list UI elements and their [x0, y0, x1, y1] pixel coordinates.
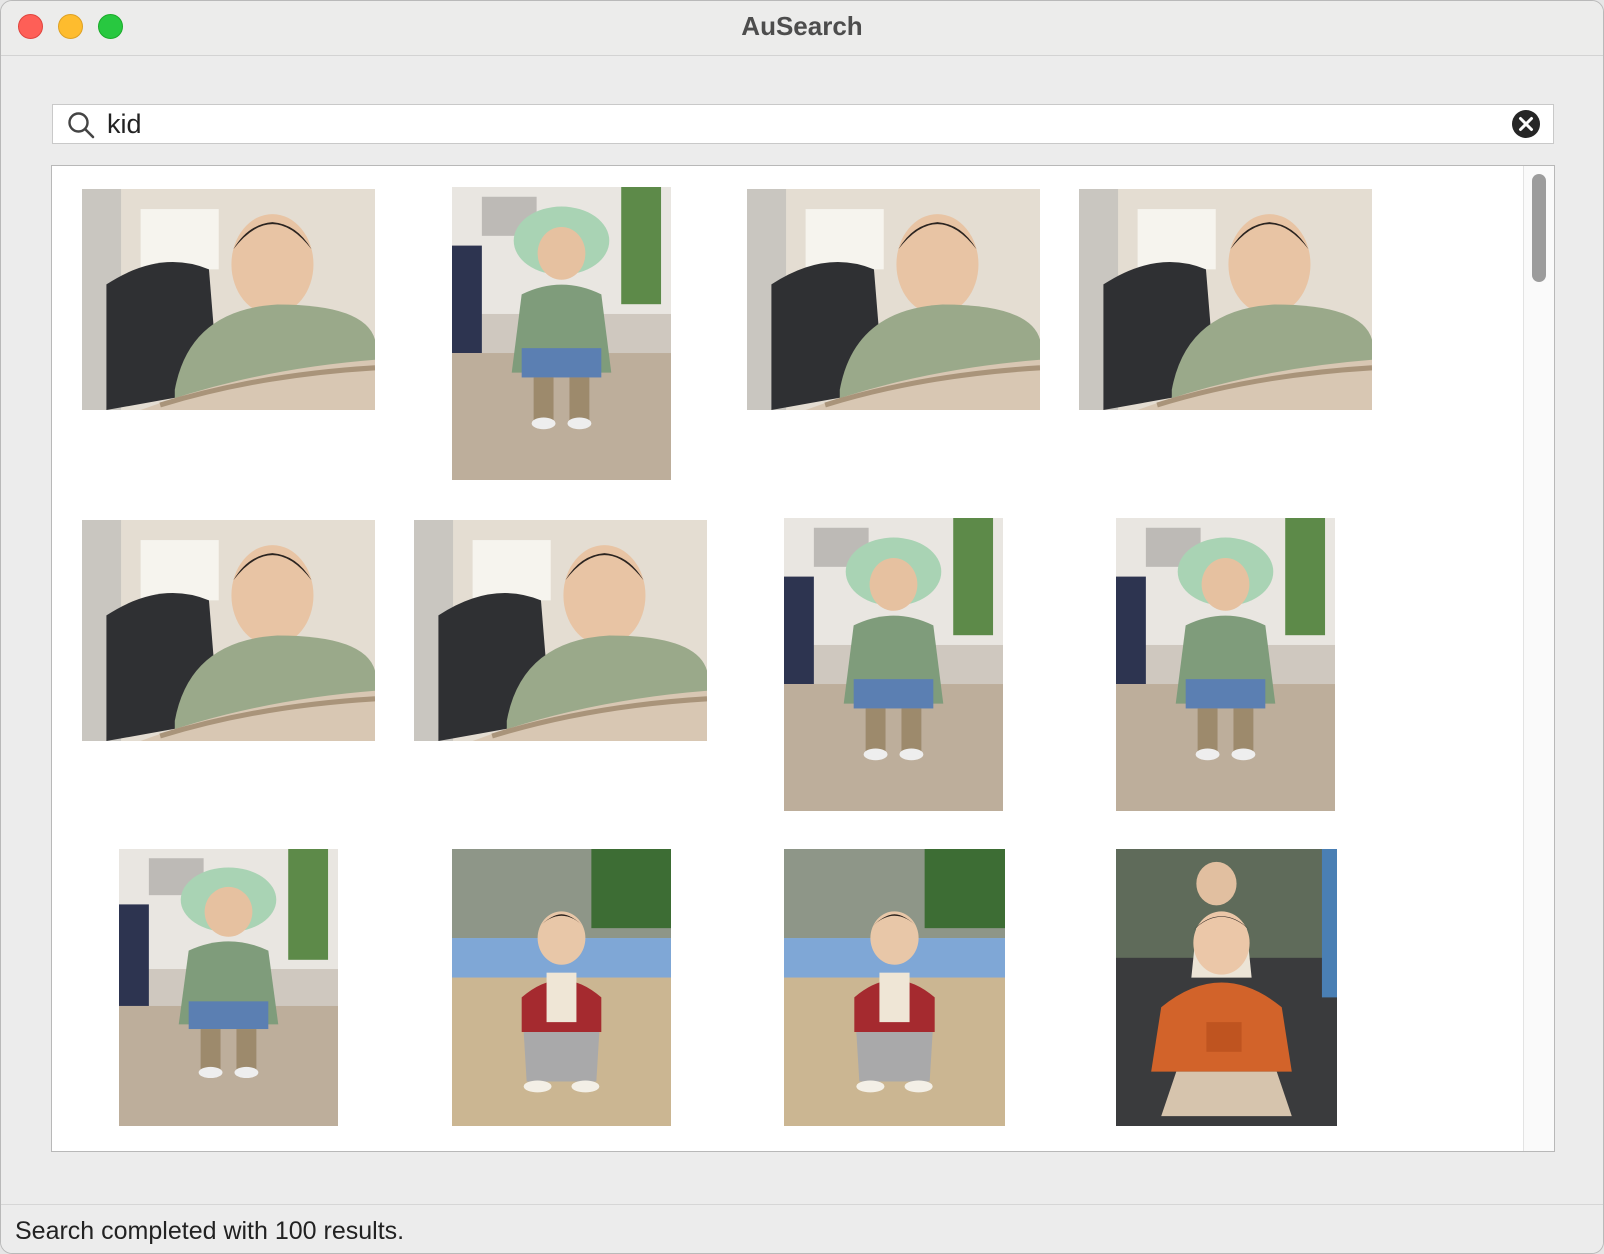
search-field[interactable] — [52, 104, 1554, 144]
result-thumbnail[interactable] — [414, 520, 707, 741]
result-thumbnail[interactable] — [1116, 849, 1337, 1126]
result-thumbnail[interactable] — [119, 849, 338, 1126]
thumbnail-image — [784, 518, 1003, 811]
thumbnail-image — [784, 849, 1005, 1126]
results-grid[interactable] — [51, 165, 1555, 1152]
thumbnail-image — [414, 520, 707, 741]
thumbnail-image — [82, 189, 375, 410]
result-thumbnail[interactable] — [1116, 518, 1335, 811]
search-icon — [68, 112, 95, 139]
search-input[interactable] — [107, 105, 1503, 143]
thumbnail-image — [747, 189, 1040, 410]
title-bar: AuSearch — [1, 1, 1603, 56]
result-thumbnail[interactable] — [82, 189, 375, 410]
thumbnail-image — [452, 849, 671, 1126]
scrollbar-thumb[interactable] — [1532, 174, 1546, 282]
clear-search-icon[interactable] — [1511, 109, 1541, 139]
status-bar: Search completed with 100 results. — [1, 1204, 1603, 1253]
thumbnail-image — [1079, 189, 1372, 410]
result-thumbnail[interactable] — [1079, 189, 1372, 410]
result-thumbnail[interactable] — [452, 187, 671, 480]
thumbnail-image — [1116, 849, 1337, 1126]
result-thumbnail[interactable] — [784, 518, 1003, 811]
result-thumbnail[interactable] — [784, 849, 1005, 1126]
result-thumbnail[interactable] — [747, 189, 1040, 410]
app-window: AuSearch kid Search completed with 100 r… — [0, 0, 1604, 1254]
thumbnail-image — [82, 520, 375, 741]
thumbnail-image — [452, 187, 671, 480]
status-text: Search completed with 100 results. — [15, 1217, 405, 1245]
result-thumbnail[interactable] — [82, 520, 375, 741]
window-title: AuSearch — [741, 11, 863, 41]
thumbnail-image — [119, 849, 338, 1126]
vertical-scrollbar[interactable] — [1523, 166, 1554, 1151]
thumbnail-image — [1116, 518, 1335, 811]
result-thumbnail[interactable] — [452, 849, 671, 1126]
